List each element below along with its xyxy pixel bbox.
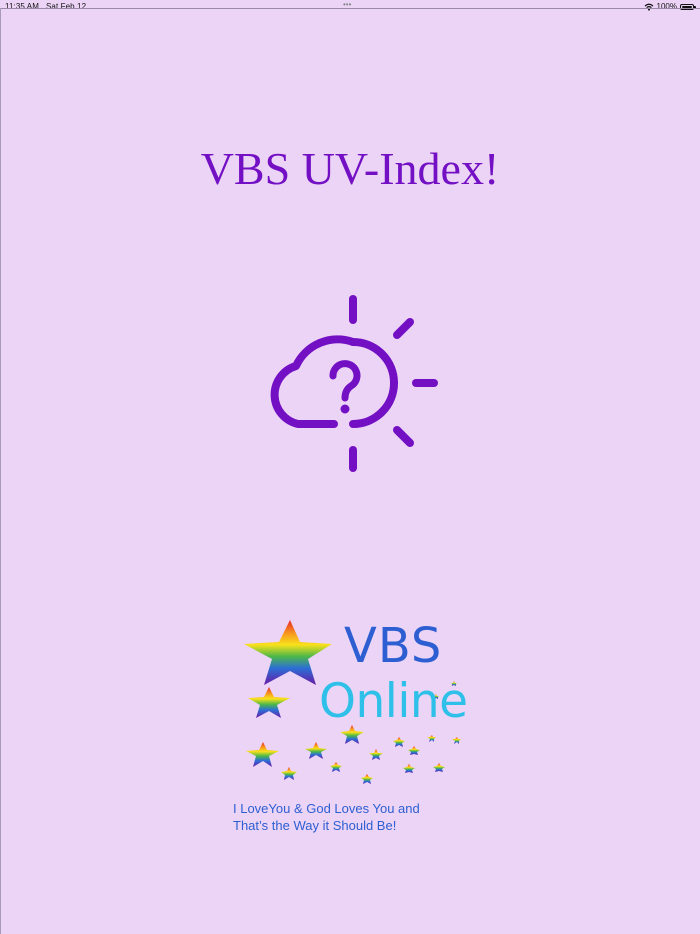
star-icon [369, 749, 383, 760]
logo-vbs-text: VBS [344, 618, 443, 674]
star-icon [403, 764, 415, 773]
tagline-line-2: That’s the Way it Should Be! [233, 818, 397, 833]
tagline: I LoveYou & God Loves You and That’s the… [233, 800, 493, 834]
tagline-line-1: I LoveYou & God Loves You and [233, 801, 420, 816]
status-time-date: 11:35 AM Sat Feb 12 [5, 2, 86, 11]
star-icon [281, 767, 297, 780]
status-divider [0, 8, 700, 9]
star-icon [427, 735, 436, 742]
star-icon [246, 742, 279, 767]
cloud-sun-question-icon [270, 295, 438, 472]
star-icon [408, 746, 420, 755]
star-icon [330, 762, 342, 772]
page-title: VBS UV-Index! [200, 143, 500, 194]
status-time: 11:35 AM [5, 2, 40, 11]
star-icon [393, 737, 405, 747]
status-right: 100% [644, 2, 696, 11]
vbs-online-logo: VBS Online [236, 614, 476, 790]
star-icon [248, 687, 290, 718]
star-icon [305, 742, 327, 759]
star-icon [433, 763, 445, 772]
logo-online-text: Online [319, 674, 468, 729]
star-icon [452, 737, 461, 744]
wifi-icon [644, 3, 653, 11]
battery-percent: 100% [656, 2, 677, 11]
star-icon [361, 774, 373, 784]
status-date: Sat Feb 12 [45, 2, 87, 11]
